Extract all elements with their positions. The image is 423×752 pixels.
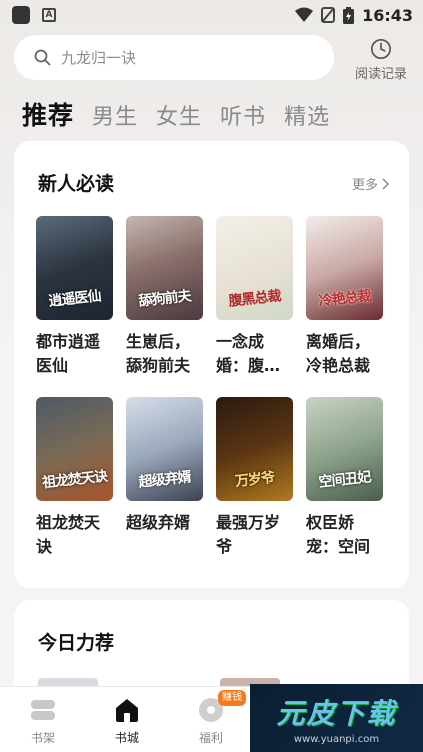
status-time: 16:43 — [362, 5, 413, 25]
cover-title: 空间丑妃 — [317, 469, 372, 491]
book-grid: 逍遥医仙 都市逍遥医仙 舔狗前夫 生崽后，舔狗前夫 腹黑总裁 一念成婚：腹黑总裁… — [36, 216, 396, 559]
reading-history-button[interactable]: 阅读记录 — [350, 38, 412, 82]
battery-icon — [343, 6, 355, 24]
category-tabs: 推荐 男生 女生 听书 精选 — [22, 96, 330, 132]
reading-history-label: 阅读记录 — [354, 67, 407, 82]
book-title[interactable]: 超级弃婿 — [126, 511, 203, 535]
search-icon — [34, 49, 51, 66]
wifi-icon — [295, 7, 314, 22]
home-icon — [116, 699, 138, 722]
chevron-right-icon — [382, 177, 389, 190]
book-cover[interactable]: 万岁爷 — [216, 397, 293, 501]
nav-bookshelf-label: 书架 — [30, 731, 55, 745]
section-title: 今日力荐 — [38, 632, 115, 654]
cover-title: 祖龙焚天诀 — [41, 468, 108, 492]
book-title[interactable]: 最强万岁爷 — [216, 511, 293, 559]
cover-title: 冷艳总裁 — [317, 288, 372, 310]
new-reader-section: 新人必读 更多 逍遥医仙 都市逍遥医仙 舔狗前夫 生崽后，舔狗前夫 腹黑总裁 一… — [14, 141, 409, 588]
book-cover[interactable]: 舔狗前夫 — [126, 216, 203, 320]
app-notification-icon — [12, 6, 30, 24]
search-input[interactable]: 九龙归一诀 — [14, 35, 334, 80]
book-cover[interactable]: 逍遥医仙 — [36, 216, 113, 320]
book-item[interactable]: 舔狗前夫 生崽后，舔狗前夫 — [126, 216, 203, 378]
a-notification-icon: A — [42, 8, 56, 22]
tab-male[interactable]: 男生 — [92, 99, 138, 131]
search-placeholder: 九龙归一诀 — [61, 49, 137, 67]
book-item[interactable]: 逍遥医仙 都市逍遥医仙 — [36, 216, 113, 378]
book-title[interactable]: 离婚后，冷艳总裁 — [306, 330, 383, 378]
watermark-url: www.yuanpi.com — [293, 733, 380, 745]
tab-audiobook[interactable]: 听书 — [220, 99, 266, 131]
book-item[interactable]: 祖龙焚天诀 祖龙焚天诀 — [36, 397, 113, 559]
book-item[interactable]: 空间丑妃 权臣娇宠：空间 — [306, 397, 383, 559]
book-cover[interactable]: 祖龙焚天诀 — [36, 397, 113, 501]
more-label: 更多 — [351, 178, 378, 193]
book-title[interactable]: 生崽后，舔狗前夫 — [126, 330, 203, 378]
book-title[interactable]: 一念成婚：腹黑总裁 — [216, 330, 293, 378]
watermark: 元皮下载 www.yuanpi.com — [250, 684, 423, 752]
nav-bookshelf[interactable]: 书架 — [13, 697, 73, 746]
tab-featured[interactable]: 精选 — [284, 99, 330, 131]
cover-title: 腹黑总裁 — [227, 288, 282, 310]
book-title[interactable]: 祖龙焚天诀 — [36, 511, 113, 559]
cover-title: 超级弃婿 — [137, 469, 192, 491]
no-sim-icon — [321, 7, 336, 23]
bookshelf-icon — [31, 700, 55, 720]
nav-bookstore[interactable]: 书城 — [97, 697, 157, 746]
watermark-brand: 元皮下载 — [276, 696, 397, 730]
earn-badge: 赚钱 — [218, 690, 246, 706]
cover-title: 万岁爷 — [234, 470, 275, 490]
tab-female[interactable]: 女生 — [156, 99, 202, 131]
cover-title: 逍遥医仙 — [47, 288, 102, 310]
book-item[interactable]: 腹黑总裁 一念成婚：腹黑总裁 — [216, 216, 293, 378]
status-bar: A 16:43 — [0, 0, 423, 30]
clock-icon — [371, 39, 391, 59]
book-title[interactable]: 都市逍遥医仙 — [36, 330, 113, 378]
book-title[interactable]: 权臣娇宠：空间 — [306, 511, 383, 559]
book-item[interactable]: 冷艳总裁 离婚后，冷艳总裁 — [306, 216, 383, 378]
book-cover[interactable]: 冷艳总裁 — [306, 216, 383, 320]
cover-title: 舔狗前夫 — [137, 288, 192, 310]
book-cover[interactable]: 腹黑总裁 — [216, 216, 293, 320]
tab-recommend[interactable]: 推荐 — [22, 96, 74, 132]
more-button[interactable]: 更多 — [352, 174, 389, 193]
book-item[interactable]: 万岁爷 最强万岁爷 — [216, 397, 293, 559]
section-title: 新人必读 — [38, 173, 115, 195]
book-cover[interactable]: 超级弃婿 — [126, 397, 203, 501]
nav-welfare-label: 福利 — [198, 731, 223, 745]
book-item[interactable]: 超级弃婿 超级弃婿 — [126, 397, 203, 559]
book-cover[interactable]: 空间丑妃 — [306, 397, 383, 501]
nav-bookstore-label: 书城 — [114, 731, 139, 745]
